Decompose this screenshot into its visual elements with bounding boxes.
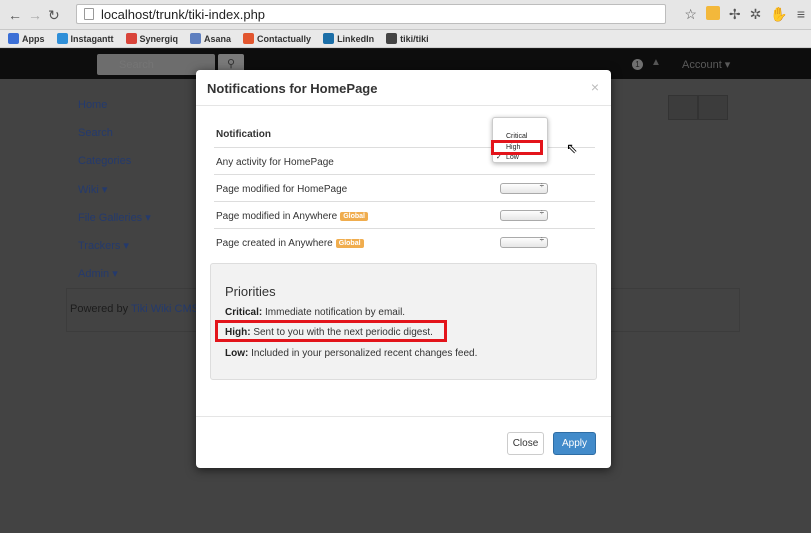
global-badge: Global xyxy=(340,212,368,221)
address-url: localhost/trunk/tiki-index.php xyxy=(101,7,266,22)
bookmark-asana[interactable]: Asana xyxy=(190,33,231,44)
priority-select[interactable] xyxy=(500,208,548,221)
gear-icon[interactable]: ✲ xyxy=(750,6,762,23)
eye-icon[interactable] xyxy=(698,95,728,120)
priorities-title: Priorities xyxy=(225,284,276,299)
site-sidebar: Home Search Categories Wiki ▾ File Galle… xyxy=(78,99,151,295)
table-row: Page modified for HomePage xyxy=(214,174,595,201)
asana-icon xyxy=(190,33,202,44)
apply-button[interactable]: Apply xyxy=(553,432,596,455)
bookmark-contactually[interactable]: Contactually xyxy=(243,33,311,44)
instagantt-icon xyxy=(56,33,68,44)
bookmarks-bar: Apps Instagantt Synergiq Asana Contactua… xyxy=(0,30,811,48)
page-icon xyxy=(84,8,94,20)
contactually-icon xyxy=(243,33,255,44)
account-menu[interactable]: Account ▾ xyxy=(682,58,730,71)
close-button[interactable]: Close xyxy=(507,432,544,455)
address-bar[interactable]: localhost/trunk/tiki-index.php xyxy=(76,4,666,24)
column-header-notification: Notification xyxy=(216,129,271,140)
sidebar-item-wiki[interactable]: Wiki ▾ xyxy=(78,183,151,211)
priority-critical: Critical: Immediate notification by emai… xyxy=(225,307,406,318)
browser-toolbar: ← → ↻ localhost/trunk/tiki-index.php ☆ ✢… xyxy=(0,0,811,30)
mouse-cursor-icon: ⇖ xyxy=(566,140,578,156)
option-critical[interactable]: Critical xyxy=(506,133,527,140)
apps-icon xyxy=(8,33,19,44)
sidebar-item-home[interactable]: Home xyxy=(78,99,151,127)
bookmark-instagantt[interactable]: Instagantt xyxy=(56,33,114,44)
priority-low: Low: Included in your personalized recen… xyxy=(225,348,478,359)
sidebar-item-categories[interactable]: Categories xyxy=(78,155,151,183)
notifications-modal: Notifications for HomePage × Notificatio… xyxy=(196,70,611,468)
sidebar-item-search[interactable]: Search xyxy=(78,127,151,155)
extension-icons: ☆ ✢ ✲ ✋ ≡ xyxy=(684,6,805,23)
tiki-icon xyxy=(386,33,398,44)
powered-by-text: Powered by Tiki Wiki CMS G xyxy=(70,303,211,315)
hand-icon[interactable]: ✋ xyxy=(770,6,787,23)
synergiq-icon xyxy=(125,33,137,44)
sidebar-item-file-galleries[interactable]: File Galleries ▾ xyxy=(78,211,151,239)
bell-icon[interactable]: ▲ xyxy=(651,57,661,68)
back-icon[interactable]: ← xyxy=(8,7,22,23)
priorities-panel: Priorities Critical: Immediate notificat… xyxy=(210,263,597,380)
priority-select[interactable] xyxy=(500,235,548,248)
modal-footer: Close Apply xyxy=(196,416,611,468)
sidebar-item-trackers[interactable]: Trackers ▾ xyxy=(78,239,151,267)
priority-select[interactable] xyxy=(500,181,548,194)
table-row: Page created in Anywhere Global xyxy=(214,228,595,255)
reload-icon[interactable]: ↻ xyxy=(48,7,60,24)
page-action-buttons xyxy=(668,95,728,120)
modal-title: Notifications for HomePage xyxy=(207,81,378,96)
bookmark-apps[interactable]: Apps xyxy=(8,33,45,44)
save-icon[interactable] xyxy=(668,95,698,120)
global-badge: Global xyxy=(335,239,364,248)
notification-badge[interactable]: 1 xyxy=(632,59,643,70)
bookmark-tiki[interactable]: tiki/tiki xyxy=(386,33,429,44)
high-option-highlight xyxy=(491,140,543,155)
puzzle-icon[interactable]: ✢ xyxy=(729,6,741,23)
table-row: Page modified in Anywhere Global xyxy=(214,201,595,228)
menu-icon[interactable]: ≡ xyxy=(797,6,805,23)
bookmark-synergiq[interactable]: Synergiq xyxy=(125,33,178,44)
extension-icon[interactable] xyxy=(705,6,720,20)
high-description-highlight xyxy=(215,320,447,342)
modal-header: Notifications for HomePage × xyxy=(196,70,611,106)
forward-icon[interactable]: → xyxy=(28,7,42,23)
close-icon[interactable]: × xyxy=(591,79,599,95)
bookmark-linkedin[interactable]: LinkedIn xyxy=(323,33,374,44)
star-icon[interactable]: ☆ xyxy=(684,6,697,23)
linkedin-icon xyxy=(323,33,335,44)
option-low[interactable]: Low xyxy=(506,154,519,161)
